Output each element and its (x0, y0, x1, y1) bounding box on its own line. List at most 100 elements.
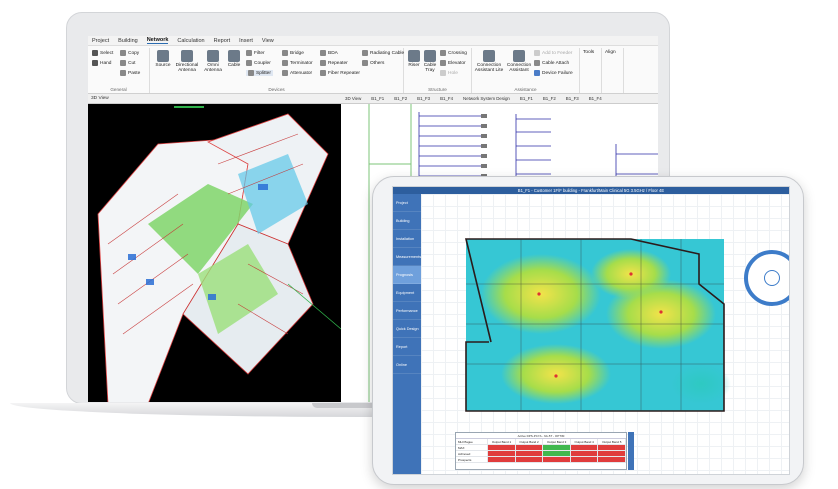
connection-assistant-label: Connection Assistant (506, 63, 532, 74)
cut-button[interactable]: Cut (120, 60, 135, 66)
omni-antenna-button[interactable]: Omni Antenna (202, 50, 224, 74)
connection-lite-icon (483, 50, 495, 62)
copy-label: Copy (128, 50, 140, 56)
sidebar-item-online[interactable]: Online (393, 356, 421, 374)
directional-antenna-button[interactable]: Directional Antenna (174, 50, 200, 74)
source-icon (157, 50, 169, 62)
connection-assistant-lite-button[interactable]: Connection Assistant Lite (474, 50, 504, 74)
status-cell (570, 445, 599, 450)
compass-center[interactable] (764, 270, 780, 286)
schematic-tab-b1f3[interactable]: B1_F3 (417, 96, 430, 101)
bridge-button[interactable]: Bridge (282, 50, 304, 56)
align-label: Align (605, 50, 616, 55)
row-label: Achieved (456, 451, 489, 456)
tab-network[interactable]: Network (146, 37, 169, 44)
scissors-icon (120, 60, 126, 66)
schematic-tab-network-design[interactable]: Network System Design (463, 96, 510, 101)
select-button[interactable]: Select (92, 50, 113, 56)
sidebar-item-building[interactable]: Building (393, 212, 421, 230)
paste-icon (120, 70, 126, 76)
tab-view[interactable]: View (262, 38, 274, 44)
riser-icon (408, 50, 420, 62)
paste-button[interactable]: Paste (120, 70, 140, 76)
directional-antenna-label: Directional Antenna (175, 63, 199, 74)
tab-report[interactable]: Report (214, 38, 231, 44)
ribbon: Select Hand Copy Cut Paste General Sourc… (88, 46, 658, 94)
fiber-repeater-icon (320, 70, 326, 76)
status-cell (543, 457, 571, 462)
connection-icon (513, 50, 525, 62)
status-cell (488, 457, 516, 462)
tab-project[interactable]: Project (92, 38, 109, 44)
radiating-cable-button[interactable]: Radiating Cable (362, 50, 404, 56)
align-button[interactable]: Align (605, 50, 616, 55)
view3d-title: 3D View (91, 96, 109, 101)
crossing-icon (440, 50, 446, 56)
structure-group-label: Structure (428, 87, 447, 92)
coupler-label: Coupler (254, 60, 271, 66)
tab-building[interactable]: Building (118, 38, 138, 44)
cable-tray-button[interactable]: Cable Tray (422, 50, 438, 74)
sidebar-item-equipment[interactable]: Equipment (393, 284, 421, 302)
hand-button[interactable]: Hand (92, 60, 111, 66)
status-cell (488, 451, 516, 456)
cable-attach-icon (534, 60, 540, 66)
schematic-tab-b1f4[interactable]: B1_F4 (440, 96, 453, 101)
sidebar-item-performance[interactable]: Performance (393, 302, 421, 320)
view3d-canvas[interactable] (88, 104, 341, 402)
crossing-button[interactable]: Crossing (440, 50, 467, 56)
status-cell (598, 451, 627, 456)
fiber-repeater-button[interactable]: Fiber Repeater (320, 70, 360, 76)
coupler-button[interactable]: Coupler (246, 60, 271, 66)
tab-calculation[interactable]: Calculation (177, 38, 204, 44)
status-cell (515, 451, 544, 456)
sidebar-item-quick-design[interactable]: Quick Design (393, 320, 421, 338)
hand-icon (92, 60, 98, 66)
sidebar-item-measurements[interactable]: Measurements (393, 248, 421, 266)
sidebar-item-prognosis[interactable]: Prognosis (393, 266, 421, 284)
schematic-tab-b1f1[interactable]: B1_F1 (371, 96, 384, 101)
attenuator-button[interactable]: Attenuator (282, 70, 312, 76)
copy-button[interactable]: Copy (120, 50, 139, 56)
riser-button[interactable]: Riser (406, 50, 422, 68)
copy-icon (120, 50, 126, 56)
terminator-button[interactable]: Terminator (282, 60, 313, 66)
crossing-label: Crossing (448, 50, 467, 56)
paste-label: Paste (128, 70, 141, 76)
bda-button[interactable]: BDA (320, 50, 338, 56)
sidebar-item-project[interactable]: Project (393, 194, 421, 212)
status-cell (515, 445, 544, 450)
schematic-tab-b1f2-b[interactable]: B1_F2 (543, 96, 556, 101)
splitter-button[interactable]: Splitter (246, 70, 273, 76)
schematic-tab-3d-view[interactable]: 3D View (345, 96, 361, 101)
schematic-tab-b1f4-b[interactable]: B1_F4 (589, 96, 602, 101)
device-failure-button[interactable]: Device Failure (534, 70, 573, 76)
filter-label: Filter (254, 50, 265, 56)
sidebar-item-report[interactable]: Report (393, 338, 421, 356)
table-side-tab[interactable] (628, 432, 634, 470)
source-button[interactable]: Source (154, 50, 172, 68)
tools-button[interactable]: Tools (583, 50, 594, 55)
add-to-feeder-button[interactable]: Add to Feeder (534, 50, 572, 56)
bda-icon (320, 50, 326, 56)
filter-button[interactable]: Filter (246, 50, 265, 56)
schematic-tab-b1f3-b[interactable]: B1_F3 (566, 96, 579, 101)
cable-button[interactable]: Cable (226, 50, 242, 68)
hole-button[interactable]: Hole (440, 70, 458, 76)
column-header: Output Band 3 (543, 439, 571, 444)
elevator-button[interactable]: Elevator (440, 60, 466, 66)
others-button[interactable]: Others (362, 60, 384, 66)
connection-assistant-button[interactable]: Connection Assistant (506, 50, 532, 74)
schematic-tab-b1f2[interactable]: B1_F2 (394, 96, 407, 101)
cable-attach-button[interactable]: Cable Attach (534, 60, 569, 66)
tab-insert[interactable]: Insert (239, 38, 253, 44)
schematic-tab-b1f1-b[interactable]: B1_F1 (520, 96, 533, 101)
repeater-button[interactable]: Repeater (320, 60, 348, 66)
column-header: Output Band 4 (571, 439, 599, 444)
status-cell (598, 457, 627, 462)
fiber-repeater-label: Fiber Repeater (328, 70, 360, 76)
sidebar-item-installation[interactable]: Installation (393, 230, 421, 248)
splitter-icon (248, 70, 254, 76)
repeater-label: Repeater (328, 60, 348, 66)
terminator-label: Terminator (290, 60, 313, 66)
